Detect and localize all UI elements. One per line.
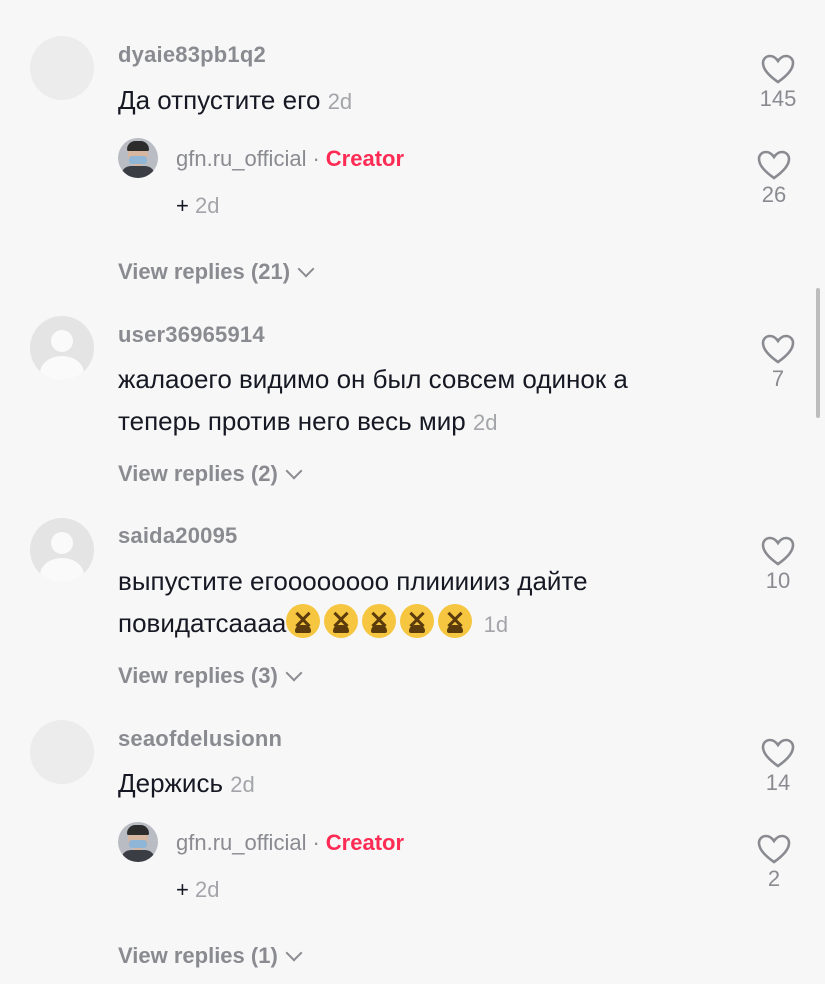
like-count: 7: [771, 366, 785, 391]
like-count: 14: [765, 770, 791, 795]
view-replies-button[interactable]: View replies (1): [118, 943, 303, 969]
comment-body-line: теперь против него весь мир: [118, 406, 466, 436]
comment-text: Да отпустите его 2d: [118, 79, 718, 123]
default-avatar-body: [40, 356, 84, 380]
comment-username[interactable]: saida20095: [118, 523, 237, 549]
comment-time: 1d: [483, 612, 509, 637]
view-replies-button[interactable]: View replies (2): [118, 461, 303, 487]
creator-avatar[interactable]: [118, 822, 158, 862]
chevron-down-icon: [285, 664, 303, 682]
creator-avatar[interactable]: [118, 138, 158, 178]
reply-text: + 2d: [176, 877, 219, 903]
tired-face-emoji: [400, 604, 435, 638]
comment-body: Да отпустите его: [118, 85, 321, 115]
heart-icon: [757, 834, 791, 864]
comment-text: выпустите егоооооооо плиииииз дайте пови…: [118, 560, 718, 646]
like-count: 2: [767, 866, 781, 891]
default-avatar-head: [51, 330, 73, 352]
reply-username[interactable]: gfn.ru_official: [176, 830, 306, 855]
avatar[interactable]: [30, 518, 94, 582]
view-replies-label: View replies (21): [118, 259, 291, 284]
scrollbar[interactable]: [816, 288, 820, 418]
reply-author: gfn.ru_official · Creator: [176, 830, 404, 856]
tired-face-emoji: [286, 604, 321, 638]
avatar-mask: [129, 156, 147, 164]
view-replies-button[interactable]: View replies (21): [118, 259, 315, 285]
avatar-shirt: [121, 166, 155, 178]
view-replies-label: View replies (1): [118, 943, 278, 968]
heart-icon: [757, 150, 791, 180]
like-button[interactable]: 7: [748, 334, 808, 392]
avatar[interactable]: [30, 720, 94, 784]
avatar-mask: [129, 840, 147, 848]
avatar-shirt: [121, 850, 155, 862]
avatar[interactable]: [30, 36, 94, 100]
heart-icon: [761, 334, 795, 364]
creator-badge: Creator: [325, 830, 405, 855]
tired-face-emoji: [362, 604, 397, 638]
reply-time: 2d: [194, 877, 220, 902]
separator-dot: ·: [312, 830, 320, 855]
comment-body: Держись: [118, 768, 223, 798]
default-avatar-body: [40, 558, 84, 582]
heart-icon: [761, 738, 795, 768]
tired-face-emoji: [324, 604, 359, 638]
view-replies-button[interactable]: View replies (3): [118, 663, 303, 689]
like-count: 145: [759, 86, 797, 111]
comment-username[interactable]: user36965914: [118, 322, 265, 348]
reply-author: gfn.ru_official · Creator: [176, 146, 404, 172]
comment-time: 2d: [230, 772, 255, 797]
reply-username[interactable]: gfn.ru_official: [176, 146, 306, 171]
like-button[interactable]: 14: [748, 738, 808, 796]
like-button[interactable]: 10: [748, 536, 808, 594]
comment-body-line: повидатсаааа: [118, 608, 287, 638]
comment-time: 2d: [327, 89, 353, 114]
chevron-down-icon: [297, 260, 315, 278]
like-count: 26: [761, 182, 787, 207]
reply-body: +: [176, 877, 189, 902]
like-count: 10: [765, 568, 791, 593]
chevron-down-icon: [285, 944, 303, 962]
heart-icon: [761, 536, 795, 566]
reply-text: + 2d: [176, 193, 219, 219]
avatar[interactable]: [30, 316, 94, 380]
avatar-hair: [127, 825, 149, 835]
like-button[interactable]: 145: [748, 54, 808, 112]
view-replies-label: View replies (2): [118, 461, 278, 486]
creator-badge: Creator: [325, 146, 405, 171]
comment-username[interactable]: dyaie83pb1q2: [118, 42, 266, 68]
reply-like-button[interactable]: 2: [744, 834, 804, 892]
reply-body: +: [176, 193, 189, 218]
view-replies-label: View replies (3): [118, 663, 278, 688]
chevron-down-icon: [285, 462, 303, 480]
comment-text: Держись 2d: [118, 762, 718, 806]
default-avatar-head: [51, 532, 73, 554]
comment-text: жалаоего видимо он был совсем одинок а т…: [118, 358, 718, 444]
separator-dot: ·: [312, 146, 320, 171]
comment-time: 2d: [473, 410, 498, 435]
reply-time: 2d: [194, 193, 220, 218]
avatar-hair: [127, 141, 149, 151]
heart-icon: [761, 54, 795, 84]
comment-body-line: выпустите егоооооооо плиииииз дайте: [118, 566, 588, 596]
comment-username[interactable]: seaofdelusionn: [118, 726, 282, 752]
reply-like-button[interactable]: 26: [744, 150, 804, 208]
tired-face-emoji: [438, 604, 473, 638]
comment-body-line: жалаоего видимо он был совсем одинок а: [118, 364, 628, 394]
